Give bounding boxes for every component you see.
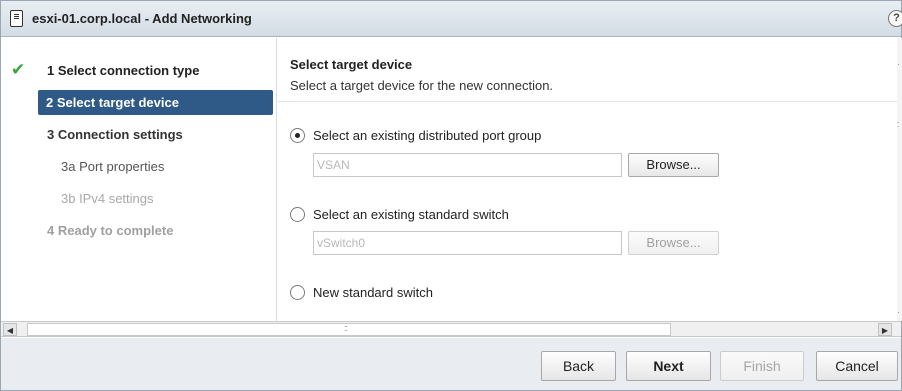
browse-standard-switch-button: Browse... <box>628 231 719 255</box>
step-label: 3 Connection settings <box>47 127 183 142</box>
step-label: 2 Select target device <box>46 95 179 110</box>
host-icon <box>10 10 23 27</box>
header-divider <box>278 101 897 102</box>
step-label: 4 Ready to complete <box>47 223 174 238</box>
horizontal-scrollbar[interactable]: ◀ :: ▶ <box>1 321 901 337</box>
radio-button[interactable] <box>290 128 305 143</box>
port-group-field[interactable]: VSAN <box>313 153 622 177</box>
step-select-connection-type[interactable]: ✔ 1 Select connection type <box>1 58 277 83</box>
step-select-target-device[interactable]: 2 Select target device <box>38 90 273 115</box>
scroll-left-icon[interactable]: ◀ <box>3 323 17 336</box>
scroll-grip-icon: :: <box>344 323 348 333</box>
add-networking-dialog: esxi-01.corp.local - Add Networking ? ✔ … <box>0 0 902 391</box>
scroll-down-marker: · <box>897 307 900 317</box>
standard-switch-field: vSwitch0 <box>313 231 622 255</box>
step-label: 3b IPv4 settings <box>61 191 154 206</box>
step-label: 3a Port properties <box>61 159 165 174</box>
cancel-button[interactable]: Cancel <box>816 351 898 381</box>
radio-button[interactable] <box>290 285 305 300</box>
finish-button: Finish <box>720 351 804 381</box>
page-title: Select target device <box>290 57 413 72</box>
step-ready-to-complete: 4 Ready to complete <box>1 218 277 243</box>
step-ipv4-settings: 3b IPv4 settings <box>1 186 277 211</box>
scroll-right-icon[interactable]: ▶ <box>878 323 892 336</box>
checkmark-icon: ✔ <box>11 60 26 79</box>
browse-port-group-button[interactable]: Browse... <box>628 153 719 177</box>
dialog-title: esxi-01.corp.local - Add Networking <box>32 11 252 26</box>
scroll-thumb[interactable]: :: <box>27 323 671 336</box>
option-label: New standard switch <box>313 285 433 300</box>
back-button[interactable]: Back <box>541 351 616 381</box>
vertical-scrollbar[interactable]: · : · <box>897 38 902 321</box>
step-label: 1 Select connection type <box>47 63 200 78</box>
page-subtitle: Select a target device for the new conne… <box>290 78 554 93</box>
footer-bar: Back Next Finish Cancel <box>1 338 901 390</box>
next-button[interactable]: Next <box>626 351 711 381</box>
help-icon[interactable]: ? <box>888 10 902 27</box>
step-port-properties[interactable]: 3a Port properties <box>1 154 277 179</box>
wizard-steps: ✔ 1 Select connection type 2 Select targ… <box>1 38 277 321</box>
title-bar: esxi-01.corp.local - Add Networking ? <box>1 1 902 37</box>
content-pane: Select target device Select a target dev… <box>278 38 897 321</box>
step-connection-settings[interactable]: 3 Connection settings <box>1 122 277 147</box>
scroll-grip-marker: : <box>897 119 900 129</box>
radio-button[interactable] <box>290 207 305 222</box>
option-label: Select an existing standard switch <box>313 207 509 222</box>
scroll-up-marker: · <box>897 59 900 69</box>
option-label: Select an existing distributed port grou… <box>313 128 542 143</box>
